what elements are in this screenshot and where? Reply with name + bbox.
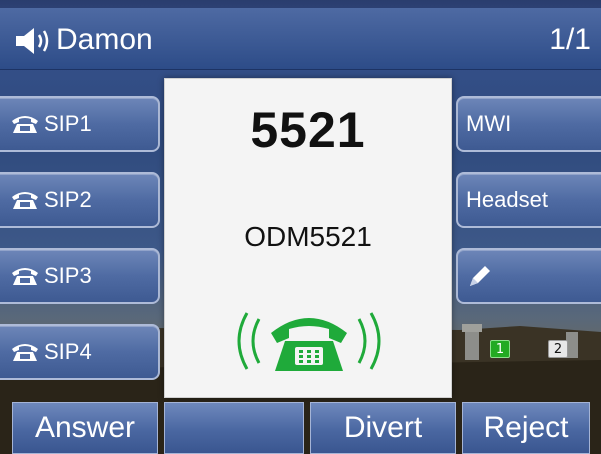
line-key-label: SIP4	[44, 339, 92, 364]
phone-icon	[12, 192, 38, 209]
line-key-sip4[interactable]: SIP4	[0, 324, 160, 380]
phone-icon	[12, 344, 38, 361]
account-name: Damon	[56, 23, 153, 56]
line-key-label: SIP3	[44, 263, 92, 288]
caller-number: 5521	[250, 102, 366, 158]
incoming-call-card: 5521 ODM5521	[164, 78, 452, 398]
line-key-sip3[interactable]: SIP3	[0, 248, 160, 304]
line-key-label: MWI	[466, 111, 512, 136]
line-key-sip2[interactable]: SIP2	[0, 172, 160, 228]
line-key-label: SIP2	[44, 187, 92, 212]
phone-screen: Damon 1/1 SIP1 SIP2 SIP3 SIP4 MWI Headse…	[0, 0, 601, 454]
phone-icon	[12, 116, 38, 133]
page-indicator: 1/1	[549, 23, 591, 56]
speaker-volume-icon	[16, 28, 49, 54]
divert-softkey[interactable]: Divert	[310, 402, 456, 454]
line-key-sip1[interactable]: SIP1	[0, 96, 160, 152]
reject-softkey[interactable]: Reject	[462, 402, 590, 454]
phone-icon	[12, 268, 38, 285]
empty-softkey[interactable]	[164, 402, 304, 454]
status-bar: Damon 1/1	[0, 8, 601, 70]
line-key-label: Headset	[466, 187, 548, 212]
account-indicator-2: 2	[548, 340, 568, 358]
line-key-label: SIP1	[44, 111, 92, 136]
pencil-icon	[470, 266, 490, 286]
line-key-headset[interactable]: Headset	[456, 172, 601, 228]
account-indicator-1: 1	[490, 340, 510, 358]
ringing-phone-icon	[237, 312, 381, 371]
softkey-bar: Answer Divert Reject	[0, 402, 601, 454]
line-key-mwi[interactable]: MWI	[456, 96, 601, 152]
answer-softkey[interactable]: Answer	[12, 402, 158, 454]
caller-name: ODM5521	[244, 221, 372, 252]
line-key-edit[interactable]	[456, 248, 601, 304]
